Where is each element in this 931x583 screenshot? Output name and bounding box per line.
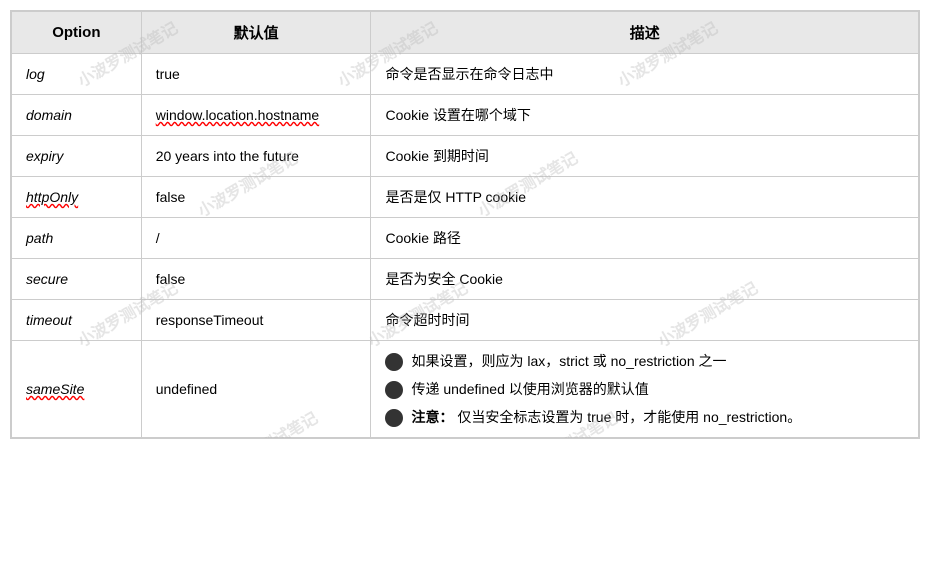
cell-description: 命令是否显示在命令日志中 (371, 54, 919, 95)
table-row: httpOnlyfalse是否是仅 HTTP cookie (12, 177, 919, 218)
header-default: 默认值 (141, 12, 371, 54)
table-row: expiry20 years into the futureCookie 到期时… (12, 136, 919, 177)
cell-default: responseTimeout (141, 300, 371, 341)
cell-default: false (141, 177, 371, 218)
table-row: logtrue命令是否显示在命令日志中 (12, 54, 919, 95)
cell-default: undefined (141, 341, 371, 438)
cell-description: 是否为安全 Cookie (371, 259, 919, 300)
cell-option: sameSite (12, 341, 142, 438)
header-option: Option (12, 12, 142, 54)
table-row: timeoutresponseTimeout命令超时时间 (12, 300, 919, 341)
cell-default: / (141, 218, 371, 259)
table-row: sameSiteundefined如果设置，则应为 lax，strict 或 n… (12, 341, 919, 438)
table-row: securefalse是否为安全 Cookie (12, 259, 919, 300)
table-row: domainwindow.location.hostnameCookie 设置在… (12, 95, 919, 136)
cell-option: log (12, 54, 142, 95)
bullet-icon (385, 409, 403, 427)
cell-option: secure (12, 259, 142, 300)
header-description: 描述 (371, 12, 919, 54)
list-item: 如果设置，则应为 lax，strict 或 no_restriction 之一 (385, 351, 904, 371)
list-item-text: 如果设置，则应为 lax，strict 或 no_restriction 之一 (411, 351, 726, 371)
cell-description: 如果设置，则应为 lax，strict 或 no_restriction 之一传… (371, 341, 919, 438)
cell-option: httpOnly (12, 177, 142, 218)
table-header-row: Option 默认值 描述 (12, 12, 919, 54)
bullet-icon (385, 381, 403, 399)
cell-description: Cookie 设置在哪个域下 (371, 95, 919, 136)
cell-option: domain (12, 95, 142, 136)
main-table-container: 小波罗测试笔记 小波罗测试笔记 小波罗测试笔记 小波罗测试笔记 小波罗测试笔记 … (10, 10, 920, 439)
options-table: Option 默认值 描述 logtrue命令是否显示在命令日志中domainw… (11, 11, 919, 438)
list-item-text: 注意： 仅当安全标志设置为 true 时，才能使用 no_restriction… (411, 407, 801, 427)
cell-description: 命令超时时间 (371, 300, 919, 341)
cell-description: Cookie 到期时间 (371, 136, 919, 177)
cell-description: Cookie 路径 (371, 218, 919, 259)
cell-default: true (141, 54, 371, 95)
cell-option: timeout (12, 300, 142, 341)
cell-default: window.location.hostname (141, 95, 371, 136)
bullet-icon (385, 353, 403, 371)
cell-description: 是否是仅 HTTP cookie (371, 177, 919, 218)
list-item: 注意： 仅当安全标志设置为 true 时，才能使用 no_restriction… (385, 407, 904, 427)
list-item: 传递 undefined 以使用浏览器的默认值 (385, 379, 904, 399)
list-item-text: 传递 undefined 以使用浏览器的默认值 (411, 379, 648, 399)
table-row: path/Cookie 路径 (12, 218, 919, 259)
cell-default: false (141, 259, 371, 300)
cell-option: path (12, 218, 142, 259)
cell-option: expiry (12, 136, 142, 177)
cell-default: 20 years into the future (141, 136, 371, 177)
